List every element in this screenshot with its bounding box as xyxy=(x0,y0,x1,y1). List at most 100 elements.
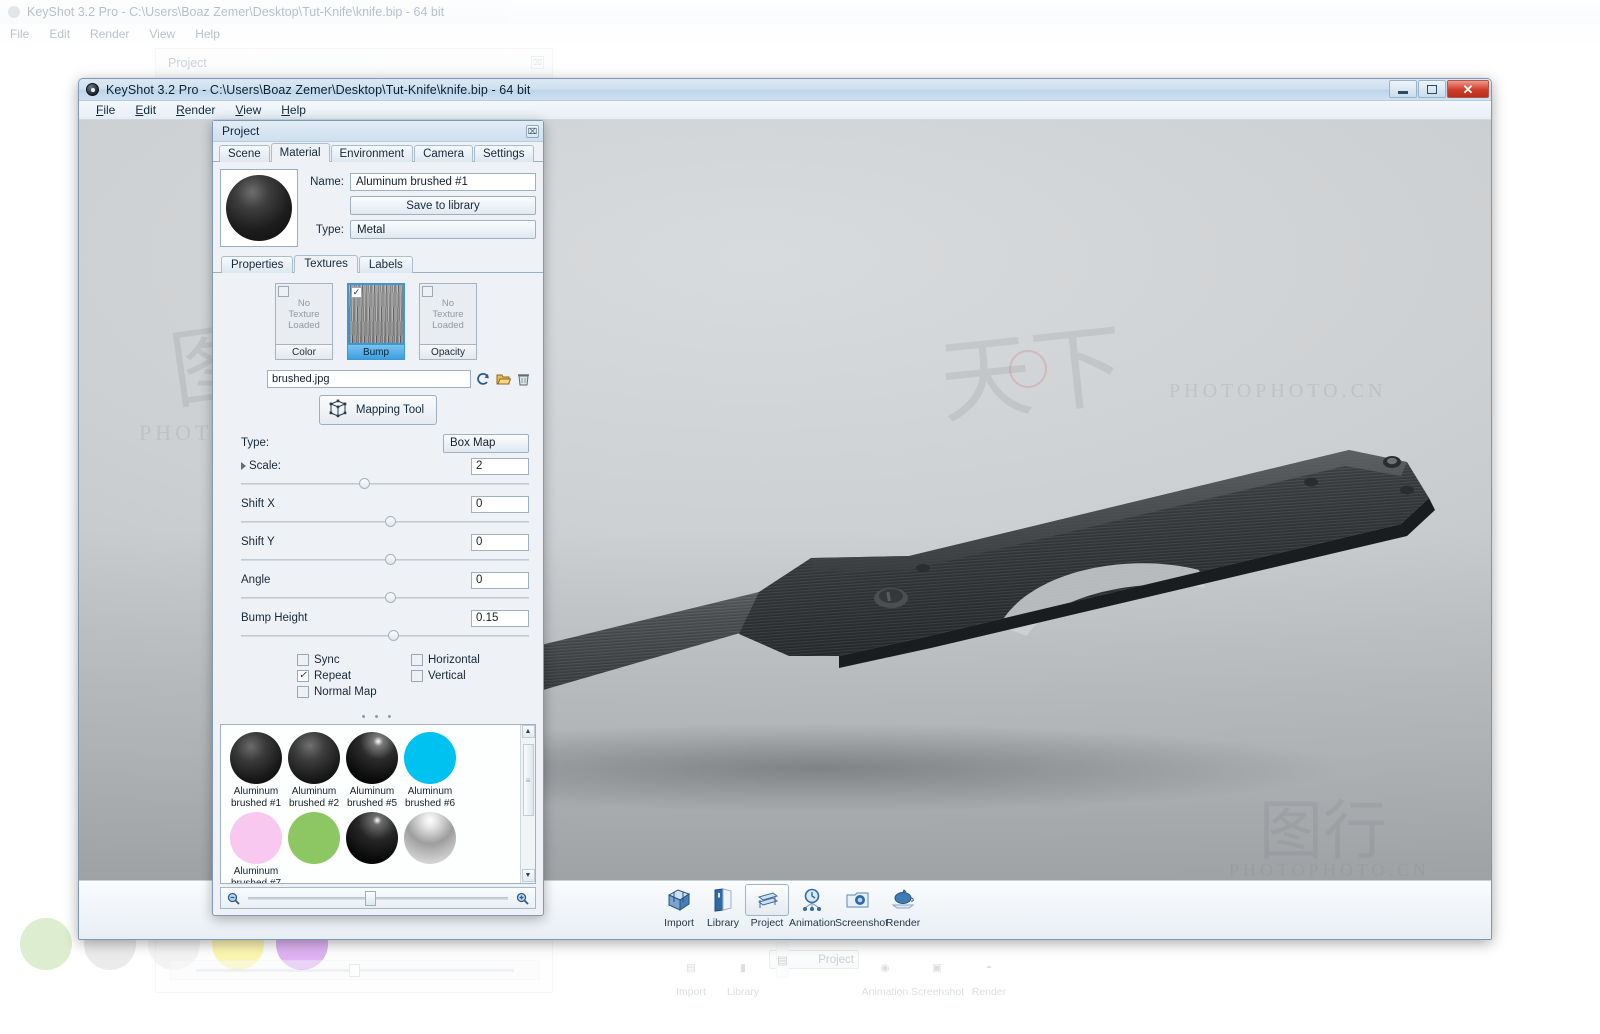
tab-settings[interactable]: Settings xyxy=(473,145,534,162)
library-item-name xyxy=(285,866,343,883)
slider-knob[interactable] xyxy=(387,630,399,641)
color-caption[interactable]: Color xyxy=(275,345,333,360)
library-item[interactable]: Aluminum brushed #2 xyxy=(285,732,343,810)
library-item[interactable]: Aluminum brushed #7 xyxy=(227,812,285,883)
menu-help[interactable]: Help xyxy=(272,101,315,119)
angle-input[interactable]: 0 xyxy=(471,571,529,589)
control-shift-x: Shift X 0 xyxy=(241,494,529,529)
sync-checkbox[interactable] xyxy=(297,654,309,666)
toolbar-item-import[interactable]: Import xyxy=(657,884,701,929)
option-line-1: Sync Horizontal xyxy=(297,654,533,666)
subtab-textures[interactable]: Textures xyxy=(294,255,358,273)
save-to-library-button[interactable]: Save to library xyxy=(350,196,536,215)
scale-input[interactable]: 2 xyxy=(471,457,529,475)
menu-render[interactable]: Render xyxy=(167,101,224,119)
bump-enable-checkbox[interactable]: ✓ xyxy=(351,287,362,298)
background-menu-view: View xyxy=(149,27,176,41)
texture-slot-bump[interactable]: ✓ Bump xyxy=(347,283,405,360)
menu-edit[interactable]: Edit xyxy=(126,101,165,119)
toolbar-item-screenshot[interactable]: Screenshot xyxy=(835,884,888,929)
subtab-labels[interactable]: Labels xyxy=(358,256,413,273)
tab-material[interactable]: Material xyxy=(270,143,330,162)
checkbox-vertical[interactable]: Vertical xyxy=(411,670,499,682)
scrollbar-thumb[interactable]: ≡ xyxy=(522,744,534,816)
toolbar-item-library[interactable]: Library xyxy=(701,884,745,929)
slider-knob[interactable] xyxy=(385,592,396,603)
toolbar-item-animation[interactable]: Animation xyxy=(789,884,836,929)
library-item[interactable]: Aluminum brushed #6 xyxy=(401,732,459,810)
maximize-button[interactable] xyxy=(1418,80,1446,98)
normal-map-checkbox[interactable] xyxy=(297,686,309,698)
zoom-slider-knob[interactable] xyxy=(365,890,376,906)
shift-y-slider[interactable] xyxy=(241,553,529,567)
magnifier-plus-icon[interactable] xyxy=(516,892,529,905)
project-panel-header[interactable]: Project ⌧ xyxy=(213,121,543,142)
bump-texture-thumb[interactable]: ✓ xyxy=(347,283,405,345)
menu-file[interactable]: File xyxy=(87,101,124,119)
texture-slot-opacity[interactable]: No Texture Loaded Opacity xyxy=(419,283,477,360)
library-item[interactable]: Aluminum brushed #1 xyxy=(227,732,285,810)
expander-triangle-icon[interactable] xyxy=(241,462,246,470)
opacity-caption[interactable]: Opacity xyxy=(419,345,477,360)
material-library[interactable]: Aluminum brushed #1 Aluminum brushed #2 … xyxy=(220,724,536,884)
angle-slider[interactable] xyxy=(241,591,529,605)
library-item[interactable]: Aluminum brushed #5 xyxy=(343,732,401,810)
slider-knob[interactable] xyxy=(359,478,371,489)
library-scrollbar[interactable]: ▲ ≡ ▼ xyxy=(520,725,535,883)
trash-icon[interactable] xyxy=(516,372,531,387)
tab-camera[interactable]: Camera xyxy=(414,145,473,162)
shift-y-input[interactable]: 0 xyxy=(471,533,529,551)
opacity-enable-checkbox[interactable] xyxy=(422,286,433,297)
checkbox-repeat[interactable]: ✓ Repeat xyxy=(297,670,385,682)
mapping-tool-button[interactable]: Mapping Tool xyxy=(318,395,438,425)
library-item[interactable] xyxy=(343,812,401,883)
library-item[interactable] xyxy=(285,812,343,883)
material-type-select[interactable]: Metal xyxy=(350,220,536,239)
shift-x-input[interactable]: 0 xyxy=(471,495,529,513)
magnifier-minus-icon[interactable] xyxy=(227,892,240,905)
library-zoom-bar[interactable] xyxy=(220,887,536,909)
checkbox-horizontal[interactable]: Horizontal xyxy=(411,654,499,666)
material-name-input[interactable]: Aluminum brushed #1 xyxy=(350,173,536,191)
refresh-icon[interactable] xyxy=(476,372,491,387)
panel-resize-grip[interactable]: • • • xyxy=(213,712,543,724)
window-titlebar[interactable]: KeyShot 3.2 Pro - C:\Users\Boaz Zemer\De… xyxy=(79,79,1491,101)
scale-slider[interactable] xyxy=(241,477,529,491)
tab-scene[interactable]: Scene xyxy=(219,145,270,162)
background-panel-header: Project ⌧ xyxy=(156,49,552,77)
opacity-texture-thumb[interactable]: No Texture Loaded xyxy=(419,283,477,345)
subtab-properties[interactable]: Properties xyxy=(221,256,294,273)
library-item[interactable] xyxy=(401,812,459,883)
scroll-up-icon[interactable]: ▲ xyxy=(521,725,535,738)
bump-height-slider[interactable] xyxy=(241,629,529,643)
shift-x-row: Shift X 0 xyxy=(241,494,529,514)
checkbox-sync[interactable]: Sync xyxy=(297,654,385,666)
slider-knob[interactable] xyxy=(385,554,396,565)
texture-file-input[interactable]: brushed.jpg xyxy=(267,370,471,388)
zoom-slider-track[interactable] xyxy=(248,890,508,906)
material-preview[interactable] xyxy=(220,169,298,247)
horizontal-label: Horizontal xyxy=(428,654,480,666)
color-enable-checkbox[interactable] xyxy=(278,286,289,297)
bump-caption[interactable]: Bump xyxy=(347,345,405,360)
toolbar-item-render[interactable]: Render xyxy=(881,884,925,929)
slider-knob[interactable] xyxy=(385,516,396,527)
repeat-checkbox[interactable]: ✓ xyxy=(297,670,309,682)
color-texture-thumb[interactable]: No Texture Loaded xyxy=(275,283,333,345)
scroll-down-icon[interactable]: ▼ xyxy=(521,869,535,882)
checkbox-normal-map[interactable]: Normal Map xyxy=(297,686,385,698)
vertical-checkbox[interactable] xyxy=(411,670,423,682)
map-type-select[interactable]: Box Map xyxy=(443,433,529,453)
toolbar-item-project[interactable]: Project xyxy=(745,884,789,929)
minimize-button[interactable] xyxy=(1389,80,1417,98)
panel-dock-icon[interactable]: ⌧ xyxy=(526,124,539,138)
shift-x-slider[interactable] xyxy=(241,515,529,529)
folder-open-icon[interactable] xyxy=(496,372,512,387)
background-tool-animation: ◉ Animation xyxy=(859,950,911,998)
tab-environment[interactable]: Environment xyxy=(330,145,414,162)
close-button[interactable]: ✕ xyxy=(1447,80,1489,98)
horizontal-checkbox[interactable] xyxy=(411,654,423,666)
bump-height-input[interactable]: 0.15 xyxy=(471,609,529,627)
texture-slot-color[interactable]: No Texture Loaded Color xyxy=(275,283,333,360)
menu-view[interactable]: View xyxy=(226,101,270,119)
